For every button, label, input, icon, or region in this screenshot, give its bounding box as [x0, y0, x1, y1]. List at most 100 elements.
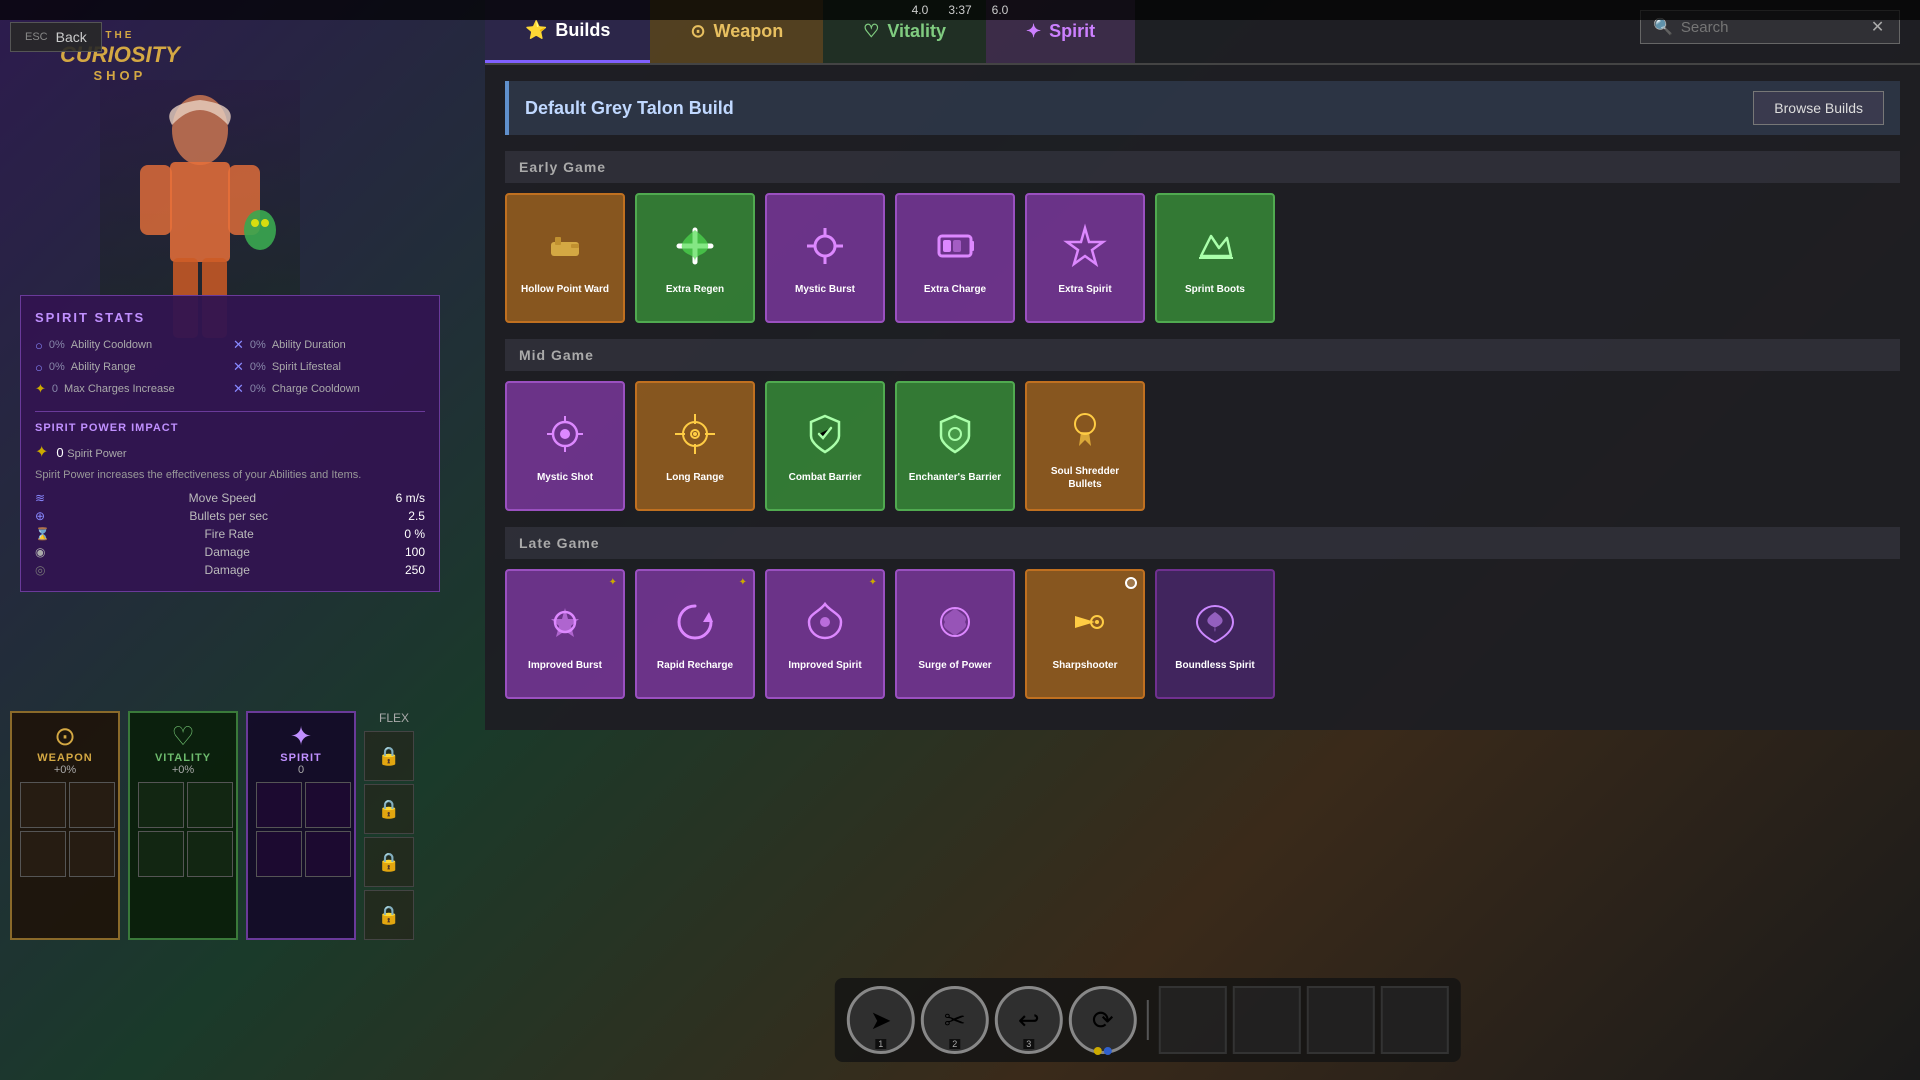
- cooldown-label: Ability Cooldown: [71, 339, 152, 351]
- vitality-slots: [138, 782, 228, 877]
- improved-spirit-name: Improved Spirit: [788, 659, 861, 672]
- weapon-slot[interactable]: [20, 831, 66, 877]
- improved-burst-badge: ✦: [609, 577, 617, 588]
- left-panel: ESC Back THE CURIOSITY SHOP: [0, 0, 480, 1080]
- weapon-slot[interactable]: [20, 782, 66, 828]
- item-hollow-point-ward[interactable]: Hollow Point Ward: [505, 193, 625, 323]
- vitality-card: ♡ VITALITY +0%: [128, 711, 238, 940]
- charges-value: 0: [52, 383, 58, 395]
- flex-section: FLEX 🔒 🔒 🔒 🔒: [364, 711, 424, 940]
- vitality-card-name: VITALITY: [138, 752, 228, 764]
- vitality-tab-icon: ♡: [863, 21, 879, 42]
- ability-3-icon: ↩: [1018, 1005, 1040, 1036]
- empty-ability-slot: [1381, 986, 1449, 1054]
- stat-ability-cooldown: ○ 0% Ability Cooldown: [35, 337, 227, 353]
- range-value: 0%: [49, 361, 65, 373]
- vitality-slot[interactable]: [138, 782, 184, 828]
- stat-charge-cooldown: ✕ 0% Charge Cooldown: [233, 381, 425, 397]
- item-extra-charge[interactable]: Extra Charge: [895, 193, 1015, 323]
- spirit-power-icon: ✦: [35, 442, 48, 462]
- empty-ability-slot: [1307, 986, 1375, 1054]
- bullets-label: Bullets per sec: [189, 509, 268, 523]
- item-extra-regen[interactable]: Extra Regen: [635, 193, 755, 323]
- rapid-recharge-name: Rapid Recharge: [657, 659, 733, 672]
- spirit-power-row: ✦ 0 Spirit Power: [35, 442, 425, 462]
- stats-grid: ○ 0% Ability Cooldown ✕ 0% Ability Durat…: [35, 337, 425, 397]
- sprint-boots-icon: [1191, 222, 1239, 279]
- early-game-items: Hollow Point Ward Extra Regen Mystic Bur…: [505, 193, 1900, 323]
- ability-slot-3[interactable]: ↩ 3: [995, 986, 1063, 1054]
- item-long-range[interactable]: Long Range: [635, 381, 755, 511]
- weapon-tab-label: Weapon: [714, 21, 784, 42]
- ability-slot-4[interactable]: ⟳: [1069, 986, 1137, 1054]
- item-sprint-boots[interactable]: Sprint Boots: [1155, 193, 1275, 323]
- item-combat-barrier[interactable]: Combat Barrier: [765, 381, 885, 511]
- cooldown-icon: ○: [35, 338, 43, 353]
- browse-builds-button[interactable]: Browse Builds: [1753, 91, 1884, 125]
- item-mystic-burst[interactable]: Mystic Burst: [765, 193, 885, 323]
- damage2-label: Damage: [205, 563, 250, 577]
- ability-1-num: 1: [875, 1039, 886, 1049]
- item-rapid-recharge[interactable]: Rapid Recharge ✦: [635, 569, 755, 699]
- weapon-card-icon: ⊙: [20, 721, 110, 752]
- damage1-value: 100: [405, 545, 425, 559]
- extra-spirit-icon: [1061, 222, 1109, 279]
- spirit-power-section: SPIRIT POWER IMPACT ✦ 0 Spirit Power Spi…: [35, 411, 425, 577]
- spirit-power-description: Spirit Power increases the effectiveness…: [35, 468, 425, 483]
- combat-fire-rate: ⌛ Fire Rate 0 %: [35, 527, 425, 541]
- move-speed-label: Move Speed: [189, 491, 256, 505]
- mystic-shot-icon: [541, 410, 589, 467]
- stat-max-charges: ✦ 0 Max Charges Increase: [35, 381, 227, 397]
- spirit-slot[interactable]: [305, 782, 351, 828]
- spirit-tab-icon: ✦: [1026, 21, 1041, 42]
- sprint-boots-name: Sprint Boots: [1185, 283, 1245, 296]
- item-enchanters-barrier[interactable]: Enchanter's Barrier: [895, 381, 1015, 511]
- spirit-slots: [256, 782, 346, 877]
- vitality-slot[interactable]: [187, 831, 233, 877]
- ability-4-indicators: [1094, 1047, 1112, 1055]
- build-header: Default Grey Talon Build Browse Builds: [505, 81, 1900, 135]
- close-icon[interactable]: ✕: [1871, 17, 1884, 37]
- lifesteal-icon: ✕: [233, 359, 244, 375]
- vitality-card-value: +0%: [138, 764, 228, 776]
- charge-cd-label: Charge Cooldown: [272, 383, 360, 395]
- timer: 3:37: [948, 3, 971, 17]
- long-range-name: Long Range: [666, 471, 724, 484]
- ability-slot-2[interactable]: ✂ 2: [921, 986, 989, 1054]
- charge-cd-icon: ✕: [233, 381, 244, 397]
- back-button[interactable]: ESC Back: [10, 22, 102, 52]
- vitality-slot[interactable]: [187, 782, 233, 828]
- ability-slot-1[interactable]: ➤ 1: [847, 986, 915, 1054]
- item-sharpshooter[interactable]: Sharpshooter: [1025, 569, 1145, 699]
- flex-slot-locked: 🔒: [364, 784, 414, 834]
- item-mystic-shot[interactable]: Mystic Shot: [505, 381, 625, 511]
- weapon-slots: [20, 782, 110, 877]
- mid-game-section: Mid Game Mystic Shot Long Range: [505, 339, 1900, 511]
- late-game-label: Late Game: [505, 527, 1900, 559]
- spirit-slot[interactable]: [256, 782, 302, 828]
- cooldown-value: 0%: [49, 339, 65, 351]
- ability-1-icon: ➤: [870, 1005, 892, 1036]
- rapid-recharge-icon: [671, 598, 719, 655]
- bottom-stat-cards: ⊙ WEAPON +0% ♡ VITALITY +0% ✦ SPIRIT: [10, 711, 424, 940]
- search-input[interactable]: [1681, 19, 1871, 36]
- vitality-slot[interactable]: [138, 831, 184, 877]
- improved-burst-name: Improved Burst: [528, 659, 602, 672]
- weapon-slot[interactable]: [69, 831, 115, 877]
- item-surge-of-power[interactable]: Surge of Power: [895, 569, 1015, 699]
- item-soul-shredder[interactable]: Soul Shredder Bullets: [1025, 381, 1145, 511]
- item-improved-burst[interactable]: Improved Burst ✦: [505, 569, 625, 699]
- combat-damage2: ◎ Damage 250: [35, 563, 425, 577]
- spirit-slot[interactable]: [256, 831, 302, 877]
- spirit-slot[interactable]: [305, 831, 351, 877]
- bullets-value: 2.5: [408, 509, 425, 523]
- fire-rate-label: Fire Rate: [204, 527, 253, 541]
- score-left: 4.0: [912, 3, 929, 17]
- stat-spirit-lifesteal: ✕ 0% Spirit Lifesteal: [233, 359, 425, 375]
- weapon-slot[interactable]: [69, 782, 115, 828]
- item-extra-spirit[interactable]: Extra Spirit: [1025, 193, 1145, 323]
- early-game-label: Early Game: [505, 151, 1900, 183]
- item-improved-spirit[interactable]: Improved Spirit ✦: [765, 569, 885, 699]
- item-boundless-spirit[interactable]: Boundless Spirit: [1155, 569, 1275, 699]
- flex-slot-locked: 🔒: [364, 890, 414, 940]
